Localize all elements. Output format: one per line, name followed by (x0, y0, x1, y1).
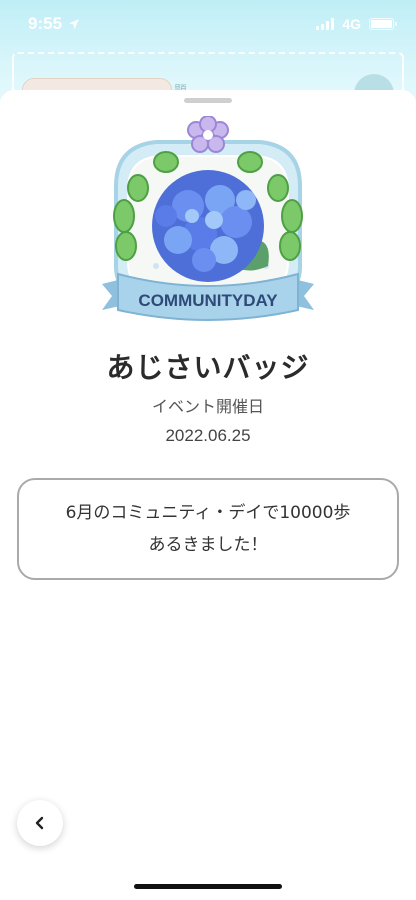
back-button[interactable] (17, 800, 63, 846)
badge-message-line1: 6月のコミュニティ・デイで10000歩 (65, 503, 351, 523)
badge-event-date: 2022.06.25 (165, 426, 251, 445)
status-time: 9:55 (28, 14, 80, 34)
badge-title: あじさいバッジ (106, 351, 310, 384)
signal-icon (316, 18, 335, 30)
hydrangea-badge-image: COMMUNITYDAY (102, 116, 314, 321)
badge-detail-sheet: COMMUNITYDAY あじさいバッジ イベント開催日 2022.06.25 … (0, 90, 416, 900)
chevron-left-icon (35, 816, 44, 830)
badge-message-box: 6月のコミュニティ・デイで10000歩 あるきました！ (17, 478, 399, 580)
status-right: 4G (316, 16, 397, 32)
battery-icon (369, 18, 397, 30)
sheet-grabber[interactable] (184, 98, 232, 103)
location-arrow-icon (69, 19, 80, 29)
badge-message-line2: あるきました！ (148, 535, 268, 555)
status-time-text: 9:55 (28, 14, 63, 33)
status-bar: 9:55 4G (0, 0, 416, 48)
badge-event-label: イベント開催日 (151, 397, 264, 416)
badge-message: 6月のコミュニティ・デイで10000歩 あるきました！ (66, 497, 351, 561)
network-label: 4G (342, 16, 361, 32)
badge-ribbon-text: COMMUNITYDAY (138, 291, 278, 310)
home-indicator[interactable] (134, 884, 282, 889)
